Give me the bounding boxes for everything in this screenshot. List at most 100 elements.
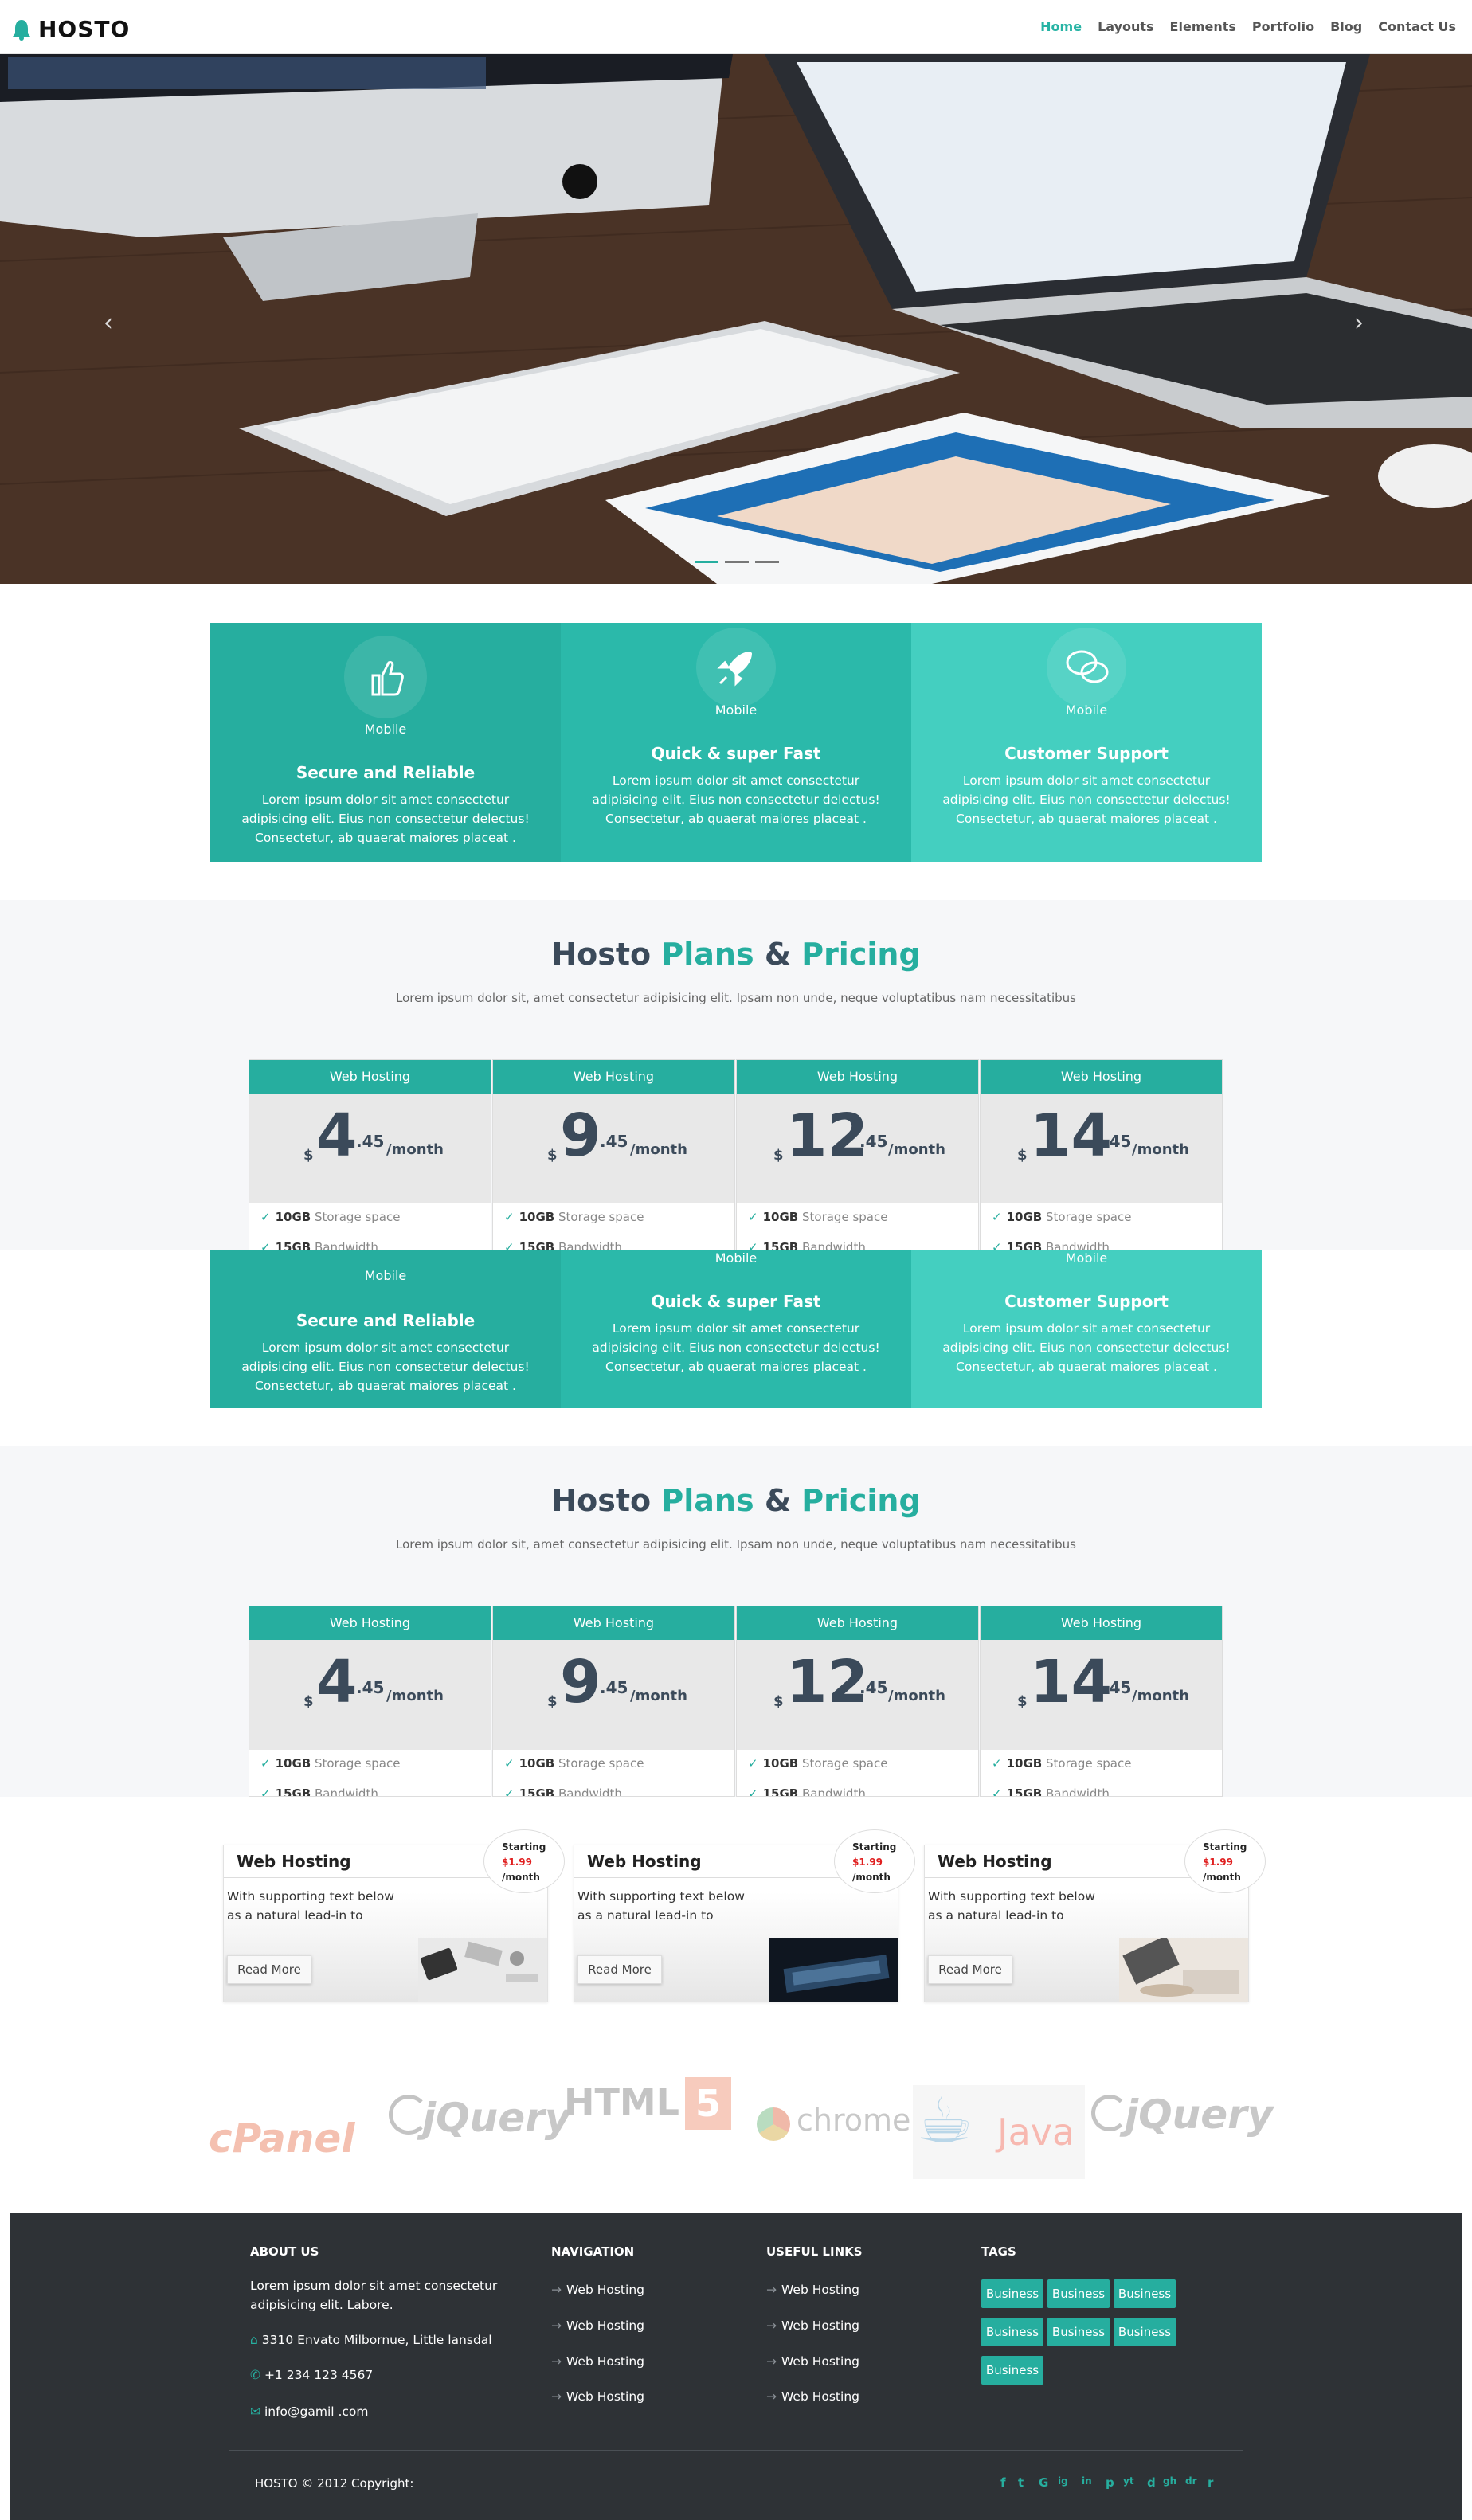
brand-logo[interactable]: HOSTO — [11, 16, 130, 42]
feature-card-support: Mobile Customer Support Lorem ipsum dolo… — [911, 1250, 1262, 1408]
nav-elements[interactable]: Elements — [1170, 19, 1236, 34]
tag-business[interactable]: Business — [1114, 2279, 1176, 2308]
tag-business[interactable]: Business — [1047, 2318, 1110, 2346]
brand-name: HOSTO — [38, 16, 131, 42]
dribbble-icon[interactable]: dr — [1185, 2475, 1197, 2487]
slider-indicator-active[interactable] — [695, 561, 718, 563]
nav-layouts[interactable]: Layouts — [1098, 19, 1153, 34]
keyboard-image — [769, 1938, 898, 2002]
footer-nav-link[interactable]: → Web Hosting — [551, 2389, 644, 2404]
tag-business[interactable]: Business — [981, 2356, 1043, 2385]
hosting-card: Web Hosting With supporting text below a… — [223, 1829, 565, 2002]
feature-title: Customer Support — [1004, 1292, 1169, 1311]
nav-blog[interactable]: Blog — [1330, 19, 1362, 34]
nav-home[interactable]: Home — [1040, 19, 1082, 34]
footer-nav-link[interactable]: → Web Hosting — [551, 2283, 644, 2297]
plan-name: Web Hosting — [737, 1606, 978, 1640]
pricing-card: Web Hosting $ 12 .45 /month ✓ 10GB Storag… — [736, 1606, 979, 1797]
thumbs-up-icon — [344, 636, 427, 718]
pricing-title: Hosto Plans & Pricing — [551, 1483, 921, 1518]
plan-feature: ✓ 15GB Bandwidth — [748, 1240, 866, 1250]
plan-price: $ 4 .45 /month — [249, 1640, 491, 1750]
plan-price: $ 9 .45 /month — [493, 1640, 734, 1750]
footer — [10, 2213, 1462, 2520]
slider-prev-icon[interactable]: ‹ — [104, 309, 113, 337]
hero-image — [0, 54, 1472, 584]
feature-text: Lorem ipsum dolor sit amet consectetur a… — [592, 1321, 880, 1374]
footer-nav-link[interactable]: → Web Hosting — [551, 2354, 644, 2369]
tag-business[interactable]: Business — [1047, 2279, 1110, 2308]
pricing-subtitle: Lorem ipsum dolor sit, amet consectetur … — [396, 991, 1076, 1005]
footer-useful-link[interactable]: → Web Hosting — [766, 2354, 859, 2369]
read-more-button[interactable]: Read More — [577, 1955, 662, 1984]
plan-feature: ✓ 10GB Storage space — [992, 1756, 1132, 1771]
google-icon[interactable]: G — [1039, 2475, 1048, 2490]
slider-indicator[interactable] — [725, 561, 749, 563]
footer-nav-link[interactable]: → Web Hosting — [551, 2318, 644, 2333]
hosting-card-text: With supporting text below as a natural … — [928, 1889, 1095, 1923]
footer-address: ⌂ 3310 Envato Milbornue, Little lansdal — [250, 2333, 492, 2347]
plan-feature: ✓ 15GB Bandwidth — [748, 1786, 866, 1797]
cpanel-logo: cPanel — [209, 2115, 355, 2162]
github-icon[interactable]: gh — [1163, 2475, 1176, 2487]
footer-nav-heading: NAVIGATION — [551, 2244, 635, 2259]
price-badge: Starting $1.99/month — [1184, 1829, 1266, 1893]
feature-title: Quick & super Fast — [651, 1292, 821, 1311]
feature-title: Customer Support — [1004, 744, 1169, 763]
footer-useful-link[interactable]: → Web Hosting — [766, 2283, 859, 2297]
chrome-logo: chrome — [797, 2103, 911, 2138]
plan-name: Web Hosting — [981, 1060, 1222, 1094]
hosting-card-text: With supporting text below as a natural … — [227, 1889, 394, 1923]
tag-business[interactable]: Business — [1114, 2318, 1176, 2346]
feature-text: Lorem ipsum dolor sit amet consectetur a… — [241, 792, 530, 845]
footer-useful-link[interactable]: → Web Hosting — [766, 2389, 859, 2404]
feature-text: Lorem ipsum dolor sit amet consectetur a… — [241, 1340, 530, 1393]
pricing-title: Hosto Plans & Pricing — [551, 937, 921, 972]
feature-text: Lorem ipsum dolor sit amet consectetur a… — [592, 773, 880, 826]
plan-price: $ 9 .45 /month — [493, 1094, 734, 1203]
read-more-button[interactable]: Read More — [227, 1955, 311, 1984]
feature-text: Lorem ipsum dolor sit amet consectetur a… — [942, 1321, 1231, 1374]
feature-card-support: Mobile Customer Support Lorem ipsum dolo… — [911, 623, 1262, 862]
footer-useful-link[interactable]: → Web Hosting — [766, 2318, 859, 2333]
footer-useful-heading: USEFUL LINKS — [766, 2244, 863, 2259]
read-more-button[interactable]: Read More — [928, 1955, 1012, 1984]
reddit-icon[interactable]: r — [1208, 2475, 1213, 2490]
pricing-card: Web Hosting $ 4 .45 /month ✓ 10GB Storage… — [249, 1059, 491, 1250]
plan-feature: ✓ 15GB Bandwidth — [504, 1786, 622, 1797]
feature-title: Quick & super Fast — [651, 744, 821, 763]
pinterest-icon[interactable]: p — [1106, 2475, 1114, 2490]
plan-feature: ✓ 10GB Storage space — [260, 1210, 401, 1224]
instagram-icon[interactable]: ig — [1058, 2475, 1068, 2487]
youtube-icon[interactable]: yt — [1123, 2475, 1134, 2487]
pricing-card: Web Hosting $ 14 .45 /month ✓ 10GB Storag… — [980, 1059, 1223, 1250]
feature-card-secure: Mobile Secure and Reliable Lorem ipsum d… — [210, 1250, 561, 1408]
facebook-icon[interactable]: f — [1000, 2475, 1006, 2490]
linkedin-icon[interactable]: in — [1082, 2475, 1092, 2487]
footer-about-text: Lorem ipsum dolor sit amet consectetur a… — [250, 2279, 498, 2312]
java-logo: Java — [997, 2111, 1075, 2154]
hosting-card: Web Hosting With supporting text below a… — [574, 1829, 915, 2002]
footer-phone: ✆ +1 234 123 4567 — [250, 2368, 374, 2382]
feature-label: Mobile — [714, 1250, 758, 1266]
slider-indicator[interactable] — [755, 561, 779, 563]
chat-bubbles-icon — [1047, 628, 1126, 707]
nav-portfolio[interactable]: Portfolio — [1252, 19, 1314, 34]
price-badge: Starting $1.99/month — [834, 1829, 915, 1893]
twitter-icon[interactable]: t — [1018, 2475, 1024, 2490]
feature-card-fast: Mobile Quick & super Fast Lorem ipsum do… — [561, 623, 911, 862]
home-icon: ⌂ — [250, 2333, 258, 2347]
hosting-card-text: With supporting text below as a natural … — [577, 1889, 745, 1923]
pricing-subtitle: Lorem ipsum dolor sit, amet consectetur … — [396, 1537, 1076, 1552]
footer-copyright: HOSTO © 2012 Copyright: — [255, 2476, 414, 2491]
html5-logo: HTML — [564, 2080, 679, 2123]
hosting-card-title: Web Hosting — [938, 1852, 1052, 1871]
tag-business[interactable]: Business — [981, 2318, 1043, 2346]
dropbox-icon[interactable]: d — [1147, 2475, 1156, 2490]
nav-contact-us[interactable]: Contact Us — [1378, 19, 1456, 34]
tag-business[interactable]: Business — [981, 2279, 1043, 2308]
pricing-card: Web Hosting $ 4 .45 /month ✓ 10GB Storage… — [249, 1606, 491, 1797]
plan-name: Web Hosting — [249, 1606, 491, 1640]
slider-next-icon[interactable]: › — [1354, 309, 1364, 337]
chrome-icon — [757, 2107, 790, 2141]
